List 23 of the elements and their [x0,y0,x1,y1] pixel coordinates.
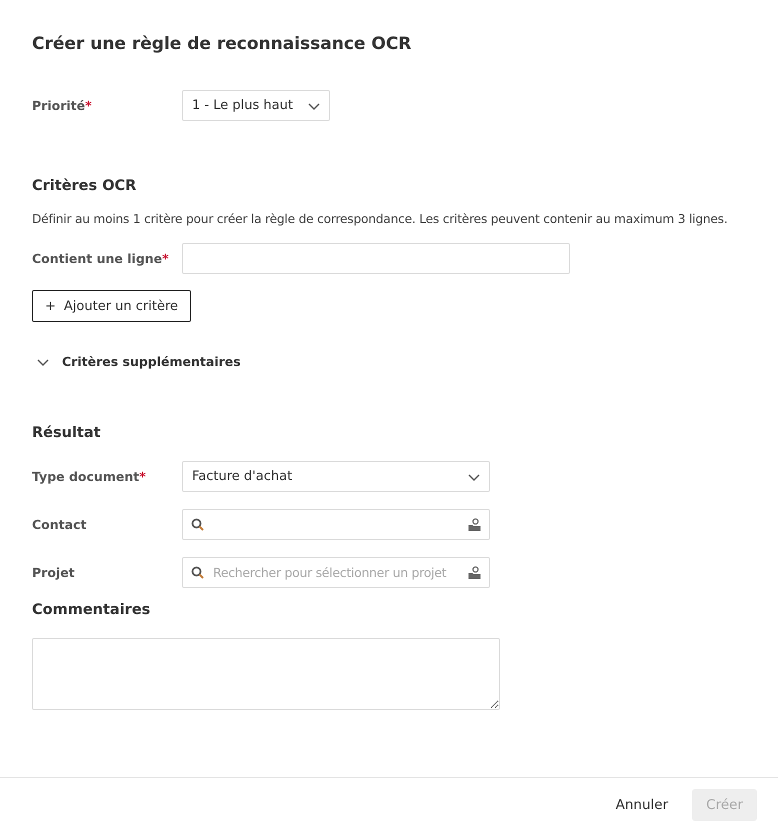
comments-label: Commentaires [32,602,152,618]
comments-field[interactable] [32,638,500,710]
section-heading: Critères OCR [32,178,138,194]
search-field[interactable]: Rechercher pour sélectionner un projet [182,557,490,588]
extra-criteria-toggle[interactable]: Critères supplémentaires [32,354,241,369]
field-label: Contact [32,517,88,532]
text-field[interactable] [182,243,570,274]
add-criterion-button[interactable]: + Ajouter un critère [32,290,192,322]
document-type-select[interactable]: Facture d'achat [182,461,490,492]
field-label: Type document* [32,469,147,484]
field-label: Priorité* [32,98,93,113]
search-icon [191,566,204,579]
description-text: Définir au moins 1 critère pour créer la règle de correspondance. Les critères peuvent contenir au maximum 3 lignes. [32,212,729,226]
search-field[interactable] [182,509,490,540]
field-label: Projet [32,565,76,580]
person-folder-icon[interactable] [468,518,481,531]
field-label: Contient une ligne* [32,251,170,266]
priority-select[interactable]: 1 - Le plus haut [182,90,330,121]
person-folder-icon[interactable] [468,566,481,579]
dialog-title: Créer une règle de reconnaissance OCR [32,34,412,54]
cancel-button[interactable]: Annuler [610,788,674,820]
search-icon [191,518,204,531]
section-heading: Résultat [32,425,102,441]
